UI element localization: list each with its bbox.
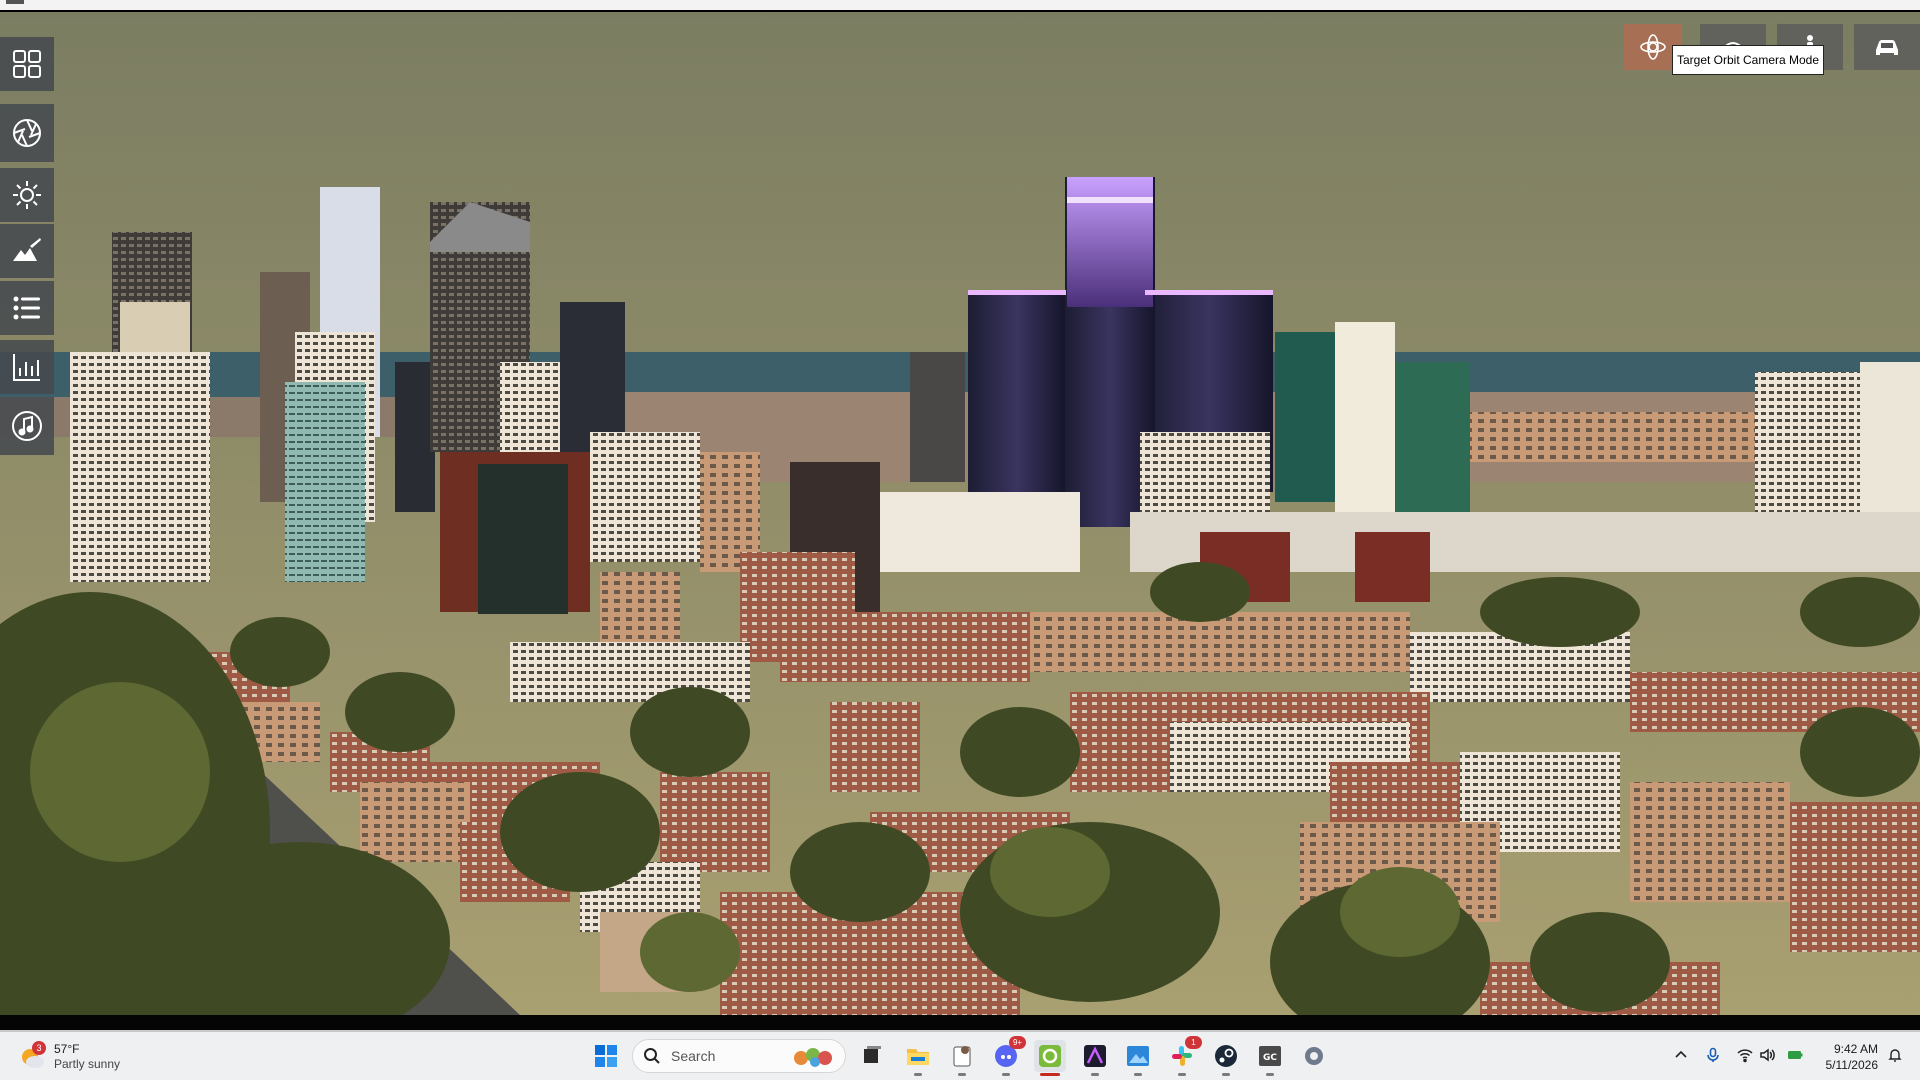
system-clock[interactable]: 9:42 AM 5/11/2026 — [1818, 1041, 1879, 1073]
gc-app-button[interactable]: GC — [1254, 1040, 1286, 1076]
running-indicator — [1040, 1073, 1060, 1076]
partly-sunny-icon: 3 — [18, 1041, 46, 1071]
affinity-icon — [1084, 1045, 1106, 1067]
statistics-icon — [13, 354, 40, 381]
clock-time: 9:42 AM — [1833, 1042, 1878, 1056]
affinity-button[interactable] — [1079, 1040, 1111, 1076]
terrain-brush-button[interactable] — [0, 224, 54, 278]
notifications-button[interactable] — [1884, 1044, 1906, 1066]
statistics-button[interactable] — [0, 340, 54, 394]
time-of-day-button[interactable] — [0, 168, 54, 222]
network-button[interactable] — [1734, 1044, 1756, 1066]
discord-notification-badge: 9+ — [1009, 1036, 1026, 1049]
photo-mode-button[interactable] — [0, 104, 54, 162]
svg-text:GC: GC — [1263, 1053, 1277, 1063]
terrain-brush-icon — [13, 238, 41, 261]
volume-button[interactable] — [1756, 1044, 1778, 1066]
battery-icon — [1788, 1051, 1803, 1059]
settings-button[interactable] — [1298, 1040, 1330, 1072]
volume-icon — [1760, 1048, 1775, 1062]
running-indicator — [1266, 1073, 1274, 1076]
slack-notification-badge: 1 — [1185, 1036, 1202, 1049]
grid-icon — [13, 50, 41, 78]
settings-icon — [1305, 1047, 1323, 1065]
steam-button[interactable] — [1210, 1040, 1242, 1076]
photo-editor-icon — [1127, 1046, 1149, 1066]
chevron-up-icon — [1675, 1050, 1687, 1058]
notification-bell-icon — [1888, 1049, 1902, 1062]
search-label: Search — [671, 1048, 716, 1064]
running-indicator — [1134, 1073, 1142, 1076]
running-indicator — [1222, 1073, 1230, 1076]
music-icon — [12, 411, 42, 441]
temperature-label: 57°F — [54, 1042, 80, 1056]
city-skyline-scene — [0, 12, 1920, 1015]
microphone-button[interactable] — [1702, 1044, 1724, 1066]
viewport-bottom-bar — [0, 1015, 1920, 1030]
file-explorer-icon — [907, 1049, 929, 1065]
vehicle-camera-button[interactable] — [1854, 24, 1920, 70]
target-orbit-camera-icon — [1640, 34, 1666, 60]
aperture-icon — [13, 119, 41, 147]
microphone-icon — [1707, 1047, 1719, 1062]
window-title-strip — [0, 0, 1920, 12]
weather-condition-label: Partly sunny — [54, 1057, 121, 1071]
clock-date: 5/11/2026 — [1825, 1058, 1879, 1072]
vehicle-camera-icon — [1876, 40, 1898, 55]
running-indicator — [914, 1073, 922, 1076]
list-button[interactable] — [0, 281, 54, 335]
taskbar: 3 57°F Partly sunny Search 9+ 1 GC 9:42 … — [0, 1032, 1920, 1080]
taskbar-search-box[interactable]: Search — [632, 1039, 846, 1073]
running-indicator — [1178, 1073, 1186, 1076]
windows-start-icon — [595, 1045, 617, 1067]
sun-icon — [13, 181, 41, 209]
task-view-icon — [864, 1046, 881, 1063]
grid-button[interactable] — [0, 37, 54, 91]
music-button[interactable] — [0, 397, 54, 455]
phone-link-icon — [953, 1046, 971, 1067]
running-indicator — [958, 1073, 966, 1076]
running-indicator — [1002, 1073, 1010, 1076]
list-icon — [13, 296, 40, 320]
search-highlight-art-icon — [794, 1048, 832, 1067]
start-button[interactable] — [590, 1040, 622, 1072]
photo-editor-button[interactable] — [1122, 1040, 1154, 1076]
game-app-icon — [1039, 1045, 1061, 1067]
running-indicator — [1091, 1073, 1099, 1076]
weather-alert-badge: 3 — [32, 1041, 46, 1055]
search-icon — [644, 1048, 660, 1064]
gc-app-icon: GC — [1259, 1046, 1281, 1066]
discord-button[interactable]: 9+ — [990, 1036, 1026, 1076]
city-viewport[interactable]: Target Orbit Camera Mode — [0, 12, 1920, 1015]
camera-mode-tooltip: Target Orbit Camera Mode — [1672, 45, 1824, 75]
task-view-button[interactable] — [856, 1040, 888, 1072]
game-app-button[interactable] — [1034, 1040, 1066, 1076]
steam-icon — [1215, 1045, 1237, 1067]
weather-widget[interactable]: 3 57°F Partly sunny — [18, 1040, 120, 1074]
file-explorer-button[interactable] — [902, 1040, 934, 1076]
menu-icon[interactable] — [6, 0, 24, 4]
slack-button[interactable]: 1 — [1166, 1036, 1202, 1076]
show-hidden-icons-button[interactable] — [1670, 1044, 1692, 1066]
wifi-icon — [1737, 1049, 1753, 1063]
battery-button[interactable] — [1784, 1044, 1806, 1066]
phone-link-button[interactable] — [946, 1040, 978, 1076]
